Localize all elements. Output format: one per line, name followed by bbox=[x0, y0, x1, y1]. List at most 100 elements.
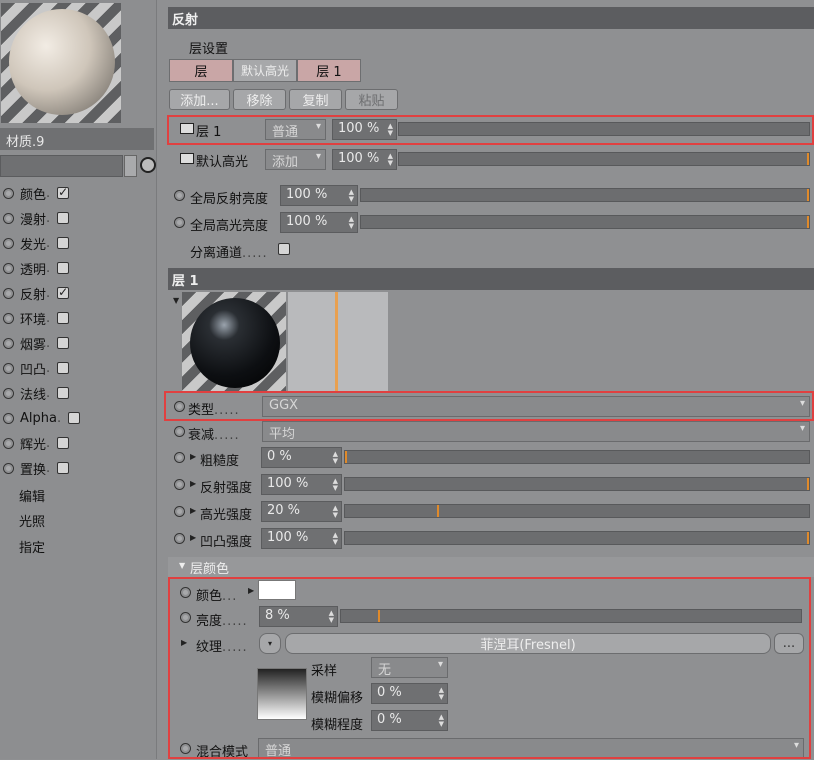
global-specular-field[interactable]: 100 % ▲ ▼ bbox=[280, 212, 358, 233]
expand-triangle-icon[interactable]: ▶ bbox=[190, 506, 196, 515]
slider-knob[interactable] bbox=[437, 505, 439, 517]
anim-radio[interactable] bbox=[174, 533, 185, 544]
slider-knob[interactable] bbox=[807, 478, 809, 490]
channel-checkbox[interactable] bbox=[57, 362, 70, 374]
channel-item[interactable]: Alpha . bbox=[0, 407, 81, 429]
anim-radio[interactable] bbox=[3, 237, 14, 249]
slider-knob[interactable] bbox=[807, 216, 809, 228]
channel-item[interactable]: 辉光 . bbox=[0, 432, 70, 454]
anim-radio[interactable] bbox=[3, 187, 14, 199]
copy-layer-button[interactable]: 复制 bbox=[289, 89, 342, 110]
layer-percent-slider[interactable] bbox=[398, 152, 810, 166]
anim-radio[interactable] bbox=[174, 506, 185, 517]
reflection-strength-slider[interactable] bbox=[344, 477, 810, 491]
texture-more-button[interactable]: ... bbox=[774, 633, 804, 654]
blur-offset-field[interactable]: 0 % ▲ ▼ bbox=[371, 683, 448, 704]
layer-color-header[interactable]: ▼ 层颜色 bbox=[168, 557, 814, 577]
expand-triangle-icon[interactable]: ▶ bbox=[190, 533, 196, 542]
layer-mode-select[interactable]: 添加 ▾ bbox=[265, 149, 326, 170]
separate-pass-checkbox[interactable] bbox=[278, 243, 290, 255]
attenuation-select[interactable]: 平均 ▾ bbox=[262, 421, 810, 442]
eye-icon[interactable] bbox=[180, 123, 194, 134]
roughness-slider[interactable] bbox=[344, 450, 810, 464]
layer-row-name[interactable]: 默认高光 bbox=[196, 151, 248, 170]
add-layer-button[interactable]: 添加... bbox=[169, 89, 230, 110]
type-select[interactable]: GGX ▾ bbox=[262, 396, 810, 417]
global-reflection-slider[interactable] bbox=[360, 188, 810, 202]
bump-strength-slider[interactable] bbox=[344, 531, 810, 545]
anim-radio[interactable] bbox=[3, 462, 14, 474]
slider-knob[interactable] bbox=[345, 451, 347, 463]
expand-triangle-icon[interactable]: ▶ bbox=[190, 452, 196, 461]
anim-radio[interactable] bbox=[180, 743, 191, 754]
eye-icon[interactable] bbox=[180, 153, 194, 164]
reflection-strength-field[interactable]: 100 % ▲ ▼ bbox=[261, 474, 342, 495]
tab-default-specular[interactable]: 默认高光 bbox=[233, 59, 297, 82]
channel-checkbox[interactable] bbox=[57, 462, 70, 474]
bump-strength-field[interactable]: 100 % ▲ ▼ bbox=[261, 528, 342, 549]
anim-radio[interactable] bbox=[3, 412, 14, 424]
channel-item[interactable]: 反射 . bbox=[0, 282, 70, 304]
channel-item[interactable]: 烟雾 . bbox=[0, 332, 70, 354]
channel-item[interactable]: 环境 . bbox=[0, 307, 70, 329]
channel-item[interactable]: 颜色 . bbox=[0, 182, 70, 204]
global-specular-slider[interactable] bbox=[360, 215, 810, 229]
expand-triangle-icon[interactable]: ▶ bbox=[181, 638, 187, 647]
anim-radio[interactable] bbox=[174, 426, 185, 437]
layer-percent-slider[interactable] bbox=[398, 122, 810, 136]
tab-layer[interactable]: 层 bbox=[169, 59, 233, 82]
channel-assign[interactable]: 指定 bbox=[19, 537, 45, 556]
material-name[interactable]: 材质.9 bbox=[0, 128, 154, 150]
sampling-select[interactable]: 无 ▾ bbox=[371, 657, 448, 678]
anim-radio[interactable] bbox=[174, 190, 185, 201]
channel-checkbox[interactable] bbox=[57, 437, 70, 449]
anim-radio[interactable] bbox=[3, 337, 14, 349]
anim-radio[interactable] bbox=[3, 212, 14, 224]
channel-checkbox[interactable] bbox=[57, 285, 70, 299]
anim-radio[interactable] bbox=[3, 312, 14, 324]
channel-edit[interactable]: 编辑 bbox=[19, 486, 45, 505]
channel-checkbox[interactable] bbox=[57, 387, 70, 399]
layer-percent-field[interactable]: 100 % ▲ ▼ bbox=[332, 119, 397, 140]
specular-strength-field[interactable]: 20 % ▲ ▼ bbox=[261, 501, 342, 522]
color-swatch[interactable] bbox=[258, 580, 296, 600]
anim-radio[interactable] bbox=[180, 612, 191, 623]
anim-radio[interactable] bbox=[3, 262, 14, 274]
anim-radio[interactable] bbox=[180, 587, 191, 598]
roughness-field[interactable]: 0 % ▲ ▼ bbox=[261, 447, 342, 468]
channel-item[interactable]: 漫射 . bbox=[0, 207, 70, 229]
channel-checkbox[interactable] bbox=[57, 337, 70, 349]
texture-menu-button[interactable]: ▾ bbox=[259, 633, 281, 654]
channel-checkbox[interactable] bbox=[57, 262, 70, 274]
remove-layer-button[interactable]: 移除 bbox=[233, 89, 286, 110]
channel-checkbox[interactable] bbox=[57, 212, 70, 224]
anim-radio[interactable] bbox=[3, 387, 14, 399]
global-reflection-field[interactable]: 100 % ▲ ▼ bbox=[280, 185, 358, 206]
channel-item[interactable]: 法线 . bbox=[0, 382, 70, 404]
slider-knob[interactable] bbox=[807, 153, 809, 165]
anim-radio[interactable] bbox=[3, 362, 14, 374]
channel-item[interactable]: 置换 . bbox=[0, 457, 70, 479]
layer-mode-select[interactable]: 普通 ▾ bbox=[265, 119, 326, 140]
slider-knob[interactable] bbox=[807, 189, 809, 201]
channel-checkbox[interactable] bbox=[57, 237, 70, 249]
layer-row-name[interactable]: 层 1 bbox=[196, 121, 221, 140]
anim-radio[interactable] bbox=[174, 401, 185, 412]
anim-radio[interactable] bbox=[174, 452, 185, 463]
specular-strength-slider[interactable] bbox=[344, 504, 810, 518]
channel-illumination[interactable]: 光照 bbox=[19, 511, 45, 530]
slider-knob[interactable] bbox=[807, 532, 809, 544]
material-dropdown[interactable] bbox=[0, 155, 123, 177]
channel-checkbox[interactable] bbox=[57, 185, 70, 199]
expand-triangle-icon[interactable]: ▶ bbox=[190, 479, 196, 488]
anim-radio[interactable] bbox=[174, 479, 185, 490]
channel-item[interactable]: 透明 . bbox=[0, 257, 70, 279]
channel-checkbox[interactable] bbox=[57, 312, 70, 324]
brightness-slider[interactable] bbox=[340, 609, 802, 623]
layer-percent-field[interactable]: 100 % ▲ ▼ bbox=[332, 149, 397, 170]
blend-mode-select[interactable]: 普通 ▾ bbox=[258, 738, 804, 759]
anim-radio[interactable] bbox=[3, 287, 14, 299]
anim-radio[interactable] bbox=[174, 217, 185, 228]
blur-scale-field[interactable]: 0 % ▲ ▼ bbox=[371, 710, 448, 731]
channel-item[interactable]: 发光 . bbox=[0, 232, 70, 254]
